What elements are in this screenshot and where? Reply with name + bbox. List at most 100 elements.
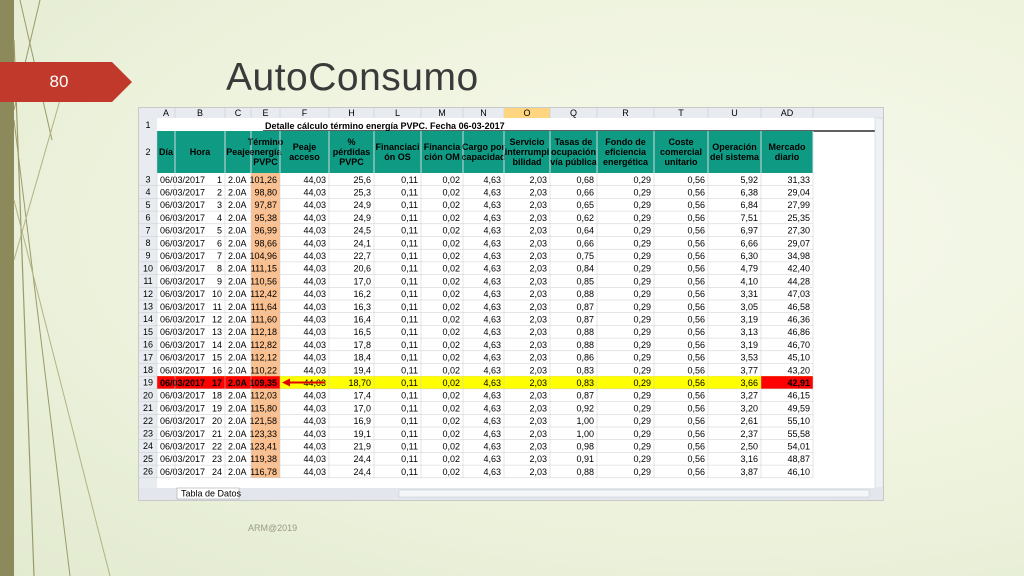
- table-cell: 2,03: [529, 226, 547, 236]
- table-cell: 112,82: [250, 340, 277, 350]
- table-cell: 2.0A: [228, 442, 247, 452]
- table-cell: 0,11: [401, 175, 418, 185]
- column-header-text: comercial: [660, 147, 702, 157]
- column-header-text: %: [347, 137, 355, 147]
- table-cell: 2,03: [529, 289, 547, 299]
- column-letter: O: [523, 108, 530, 118]
- table-cell: 0,02: [442, 416, 460, 426]
- table-cell: 0,11: [401, 238, 418, 248]
- table-cell: 17,4: [353, 391, 371, 401]
- table-cell: 44,03: [303, 327, 326, 337]
- table-cell: 0,56: [687, 391, 705, 401]
- table-cell: 4,63: [483, 340, 501, 350]
- table-cell: 2,03: [529, 315, 547, 325]
- table-cell: 4,10: [740, 276, 758, 286]
- table-cell: 0,29: [633, 454, 651, 464]
- horizontal-scrollbar[interactable]: [398, 489, 870, 498]
- table-cell: 4,63: [483, 264, 501, 274]
- row-number: 13: [143, 302, 153, 312]
- table-cell: 0,11: [401, 340, 418, 350]
- table-cell: 8: [217, 264, 222, 274]
- table-cell: 44,03: [303, 403, 326, 413]
- table-cell: 06/03/2017: [160, 378, 205, 388]
- table-cell: 0,02: [442, 289, 460, 299]
- vertical-scrollbar[interactable]: [874, 117, 883, 489]
- sheet-tab-label: Tabla de Datos: [181, 489, 242, 499]
- table-cell: 44,03: [303, 353, 326, 363]
- table-cell: 0,56: [687, 403, 705, 413]
- row-number: 12: [143, 289, 153, 299]
- table-cell: 0,11: [401, 226, 418, 236]
- table-cell: 3,53: [740, 353, 758, 363]
- table-cell: 2.0A: [228, 188, 247, 198]
- column-header-text: energía: [249, 147, 282, 157]
- table-cell: 0,56: [687, 302, 705, 312]
- table-cell: 112,18: [250, 327, 277, 337]
- table-cell: 0,56: [687, 429, 705, 439]
- table-cell: 2,03: [529, 391, 547, 401]
- row-number: 21: [143, 403, 153, 413]
- table-cell: 2.0A: [228, 403, 247, 413]
- table-cell: 46,36: [787, 315, 810, 325]
- table-cell: 0,02: [442, 467, 460, 477]
- table-cell: 21,9: [353, 442, 371, 452]
- table-cell: 0,02: [442, 315, 460, 325]
- column-header-text: ón OS: [384, 152, 411, 162]
- table-cell: 0,88: [576, 327, 594, 337]
- column-header-text: diario: [775, 152, 800, 162]
- table-cell: 0,56: [687, 264, 705, 274]
- table-cell: 44,03: [303, 454, 326, 464]
- table-cell: 2,03: [529, 467, 547, 477]
- table-cell: 2.0A: [228, 226, 247, 236]
- table-cell: 20: [212, 416, 222, 426]
- table-cell: 3,16: [740, 454, 758, 464]
- table-cell: 3: [217, 200, 222, 210]
- table-cell: 0,85: [576, 276, 594, 286]
- table-cell: 111,60: [251, 315, 277, 325]
- table-cell: 2,03: [529, 251, 547, 261]
- table-cell: 06/03/2017: [160, 442, 205, 452]
- table-cell: 2.0A: [228, 353, 247, 363]
- table-cell: 06/03/2017: [160, 302, 205, 312]
- row-number: 19: [143, 378, 153, 388]
- column-header-text: Fondo de: [605, 137, 646, 147]
- table-cell: 16,2: [353, 289, 371, 299]
- table-cell: 0,87: [576, 315, 594, 325]
- table-cell: 0,29: [633, 238, 651, 248]
- table-cell: 4,63: [483, 302, 501, 312]
- table-cell: 0,02: [442, 276, 460, 286]
- table-cell: 0,11: [401, 276, 418, 286]
- table-cell: 0,02: [442, 327, 460, 337]
- table-cell: 2.0A: [228, 213, 247, 223]
- table-cell: 0,29: [633, 365, 651, 375]
- table-cell: 19: [212, 403, 222, 413]
- table-cell: 06/03/2017: [160, 391, 205, 401]
- table-cell: 44,03: [303, 365, 326, 375]
- column-header-text: capacidad: [461, 152, 505, 162]
- table-cell: 2,03: [529, 238, 547, 248]
- row-number: 24: [143, 441, 153, 451]
- table-cell: 4,63: [483, 403, 501, 413]
- table-cell: 7,51: [740, 213, 758, 223]
- table-cell: 06/03/2017: [160, 429, 205, 439]
- table-cell: 17,0: [353, 276, 371, 286]
- table-cell: 10: [212, 289, 222, 299]
- table-cell: 2,03: [529, 302, 547, 312]
- table-cell: 16,4: [353, 315, 371, 325]
- table-cell: 19,4: [353, 365, 371, 375]
- table-cell: 46,70: [787, 340, 810, 350]
- column-letter: H: [348, 108, 355, 118]
- table-cell: 46,86: [787, 327, 810, 337]
- table-cell: 0,88: [576, 467, 594, 477]
- table-cell: 16,9: [353, 416, 371, 426]
- table-cell: 15: [212, 353, 222, 363]
- table-cell: 112,03: [250, 391, 277, 401]
- table-cell: 2,03: [529, 340, 547, 350]
- row-number: 4: [145, 187, 150, 197]
- table-cell: 0,02: [442, 429, 460, 439]
- table-cell: 2.0A: [228, 391, 247, 401]
- table-cell: 18: [212, 391, 222, 401]
- table-cell: 24,9: [353, 213, 371, 223]
- table-cell: 44,03: [303, 289, 326, 299]
- table-cell: 112,42: [250, 289, 277, 299]
